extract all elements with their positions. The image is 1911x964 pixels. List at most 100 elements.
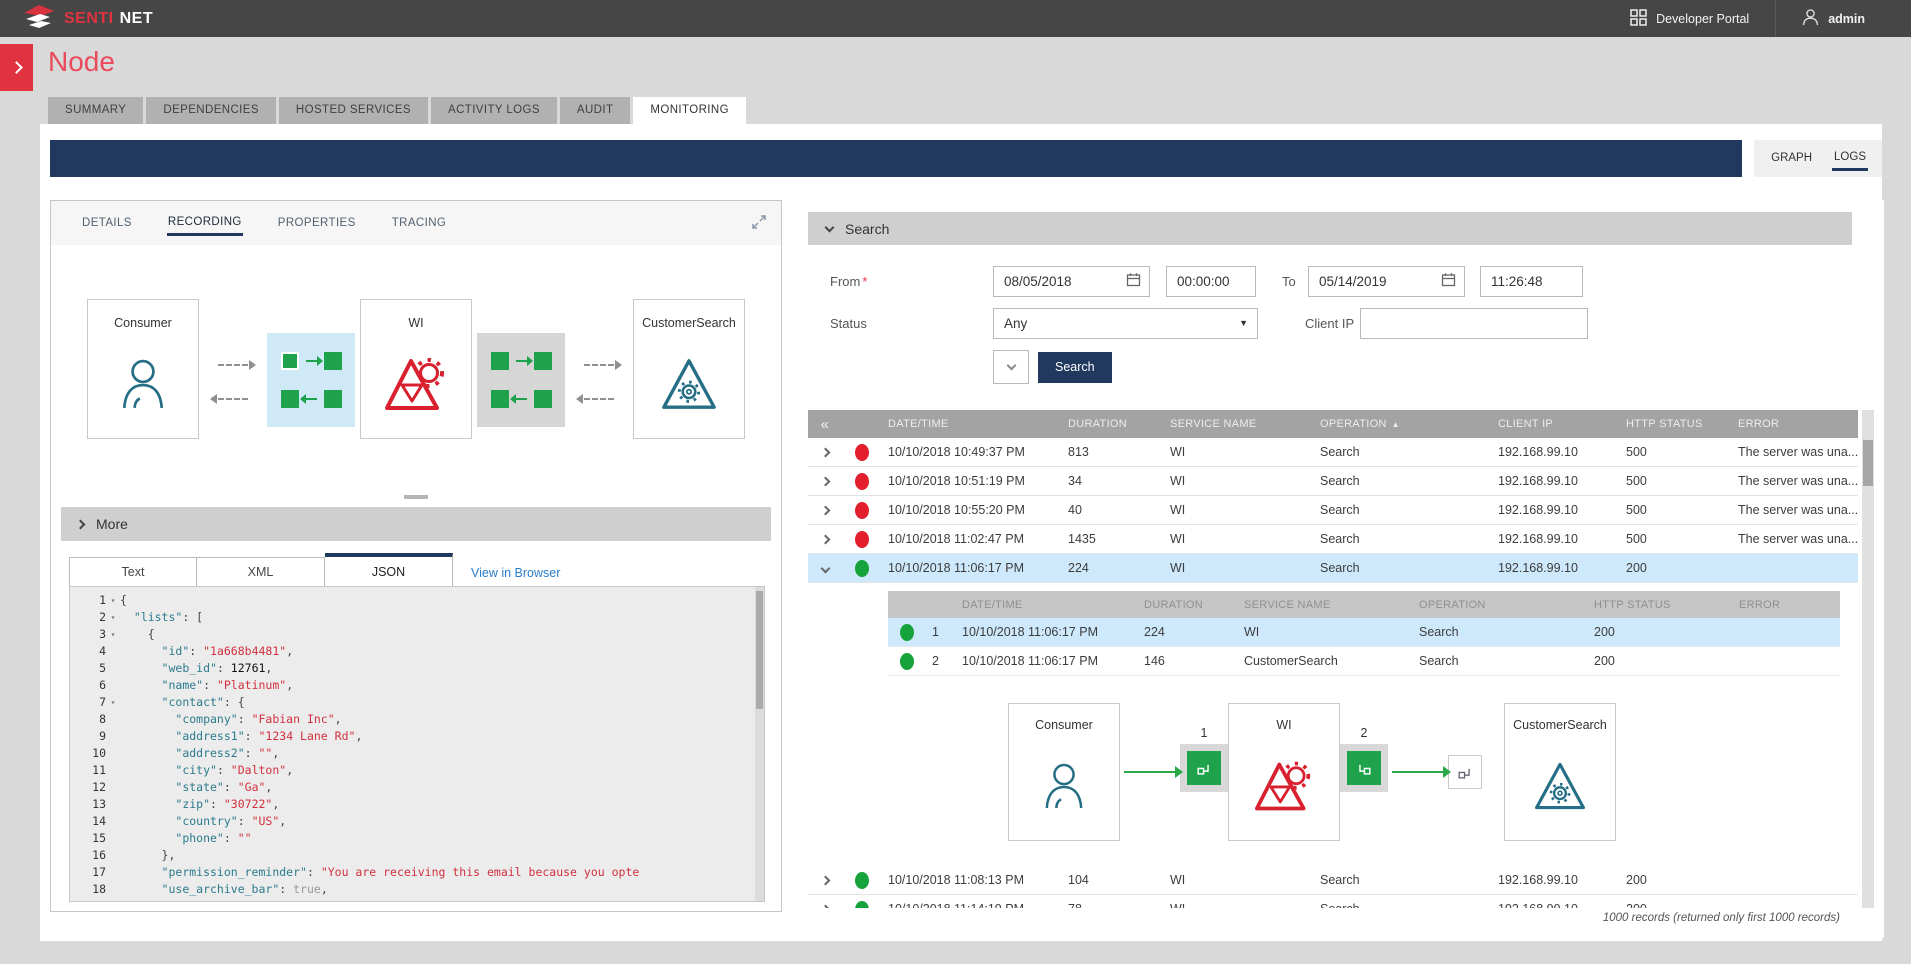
expand-row-icon[interactable]: [820, 535, 830, 545]
tab-tracing[interactable]: TRACING: [391, 212, 448, 234]
row-expander[interactable]: [808, 503, 842, 517]
expand-row-icon[interactable]: [820, 448, 830, 458]
row-expander[interactable]: [808, 474, 842, 488]
collapse-row-icon[interactable]: [820, 564, 830, 574]
table-scrollbar[interactable]: [1862, 410, 1874, 908]
request-message-icon[interactable]: [1347, 751, 1381, 785]
expand-row-icon[interactable]: [820, 506, 830, 516]
code-line: 18 "use_archive_bar": true,: [70, 881, 764, 898]
developer-portal-link[interactable]: Developer Portal: [1604, 0, 1775, 37]
row-expander[interactable]: [808, 561, 842, 575]
message-square-icon[interactable]: [491, 390, 509, 408]
from-date-field[interactable]: [993, 266, 1150, 297]
message-square-icon[interactable]: [324, 352, 342, 370]
tab-summary[interactable]: SUMMARY: [48, 97, 143, 124]
diagram-node-consumer[interactable]: Consumer: [87, 299, 199, 439]
from-date-input[interactable]: [1004, 274, 1120, 289]
tab-activity-logs[interactable]: ACTIVITY LOGS: [431, 97, 557, 124]
logs-view-button[interactable]: LOGS: [1832, 147, 1868, 171]
expand-row-icon[interactable]: [820, 905, 830, 908]
maximize-icon[interactable]: [751, 214, 767, 235]
log-row[interactable]: 10/10/2018 11:02:47 PM1435WISearch192.16…: [808, 525, 1858, 554]
tab-dependencies[interactable]: DEPENDENCIES: [146, 97, 276, 124]
message-step-2[interactable]: 2: [1340, 726, 1388, 792]
message-connector-icon[interactable]: [1448, 755, 1482, 789]
search-expander[interactable]: Search: [808, 212, 1852, 245]
more-expander[interactable]: More: [61, 507, 771, 541]
message-square-icon[interactable]: [491, 352, 509, 370]
expand-row-icon[interactable]: [820, 876, 830, 886]
tab-monitoring[interactable]: MONITORING: [633, 97, 746, 124]
tab-recording[interactable]: RECORDING: [167, 211, 243, 236]
log-row[interactable]: 10/10/2018 11:08:13 PM104WISearch192.168…: [808, 866, 1858, 895]
code-scrollbar-thumb[interactable]: [756, 591, 763, 709]
advanced-search-expander[interactable]: [993, 350, 1029, 384]
status-dot-green: [855, 560, 869, 577]
tab-xml[interactable]: XML: [197, 557, 325, 587]
nested-log-row[interactable]: 2 10/10/2018 11:06:17 PM 146 CustomerSea…: [888, 647, 1840, 676]
graph-view-button[interactable]: GRAPH: [1769, 148, 1814, 169]
log-row[interactable]: 10/10/2018 10:49:37 PM813WISearch192.168…: [808, 438, 1858, 467]
search-button[interactable]: Search: [1038, 352, 1112, 383]
column-header-clientip[interactable]: CLIENT IP: [1492, 418, 1620, 430]
row-expander[interactable]: [808, 445, 842, 459]
tab-text[interactable]: Text: [69, 557, 197, 587]
message-square-selected-icon[interactable]: [281, 352, 299, 370]
fold-toggle-icon[interactable]: ▾: [106, 609, 120, 626]
nested-log-row[interactable]: 1 10/10/2018 11:06:17 PM 224 WI Search 2…: [888, 618, 1840, 647]
log-row[interactable]: 10/10/2018 11:14:19 PM78WISearch192.168.…: [808, 895, 1858, 908]
row-expander[interactable]: [808, 902, 842, 908]
calendar-icon[interactable]: [1126, 272, 1141, 290]
sidebar-expand-button[interactable]: [0, 44, 33, 91]
code-scrollbar[interactable]: [755, 587, 764, 901]
tab-hosted-services[interactable]: HOSTED SERVICES: [279, 97, 428, 124]
message-square-icon[interactable]: [281, 390, 299, 408]
table-scrollbar-thumb[interactable]: [1863, 440, 1873, 486]
tab-json[interactable]: JSON: [325, 553, 453, 587]
diagram-node-consumer[interactable]: Consumer: [1008, 703, 1120, 841]
row-expander[interactable]: [808, 532, 842, 546]
log-row[interactable]: 10/10/2018 11:06:17 PM224WISearch192.168…: [808, 554, 1858, 583]
tab-audit[interactable]: AUDIT: [560, 97, 631, 124]
message-pair-selected[interactable]: [267, 333, 355, 427]
column-header-datetime[interactable]: DATE/TIME: [882, 418, 1062, 430]
view-in-browser-link[interactable]: View in Browser: [471, 566, 560, 580]
diagram-node-customersearch[interactable]: CustomerSearch: [633, 299, 745, 439]
row-expander[interactable]: [808, 873, 842, 887]
to-date-input[interactable]: [1319, 274, 1435, 289]
user-menu[interactable]: admin: [1776, 0, 1891, 37]
to-time-input[interactable]: [1480, 266, 1583, 297]
cell-index: 1: [926, 625, 956, 639]
column-header-error[interactable]: ERROR: [1732, 418, 1858, 430]
diagram-node-wi[interactable]: WI: [360, 299, 472, 439]
cell-operation: Search: [1314, 561, 1492, 575]
tab-properties[interactable]: PROPERTIES: [277, 212, 357, 234]
splitter-handle[interactable]: [404, 495, 428, 499]
diagram-node-wi[interactable]: WI: [1228, 703, 1340, 841]
request-message-icon[interactable]: [1187, 751, 1221, 785]
fold-toggle-icon[interactable]: ▾: [106, 694, 120, 711]
to-date-field[interactable]: [1308, 266, 1465, 297]
tab-details[interactable]: DETAILS: [81, 212, 133, 234]
fold-toggle-icon[interactable]: ▾: [106, 626, 120, 643]
message-square-icon[interactable]: [534, 352, 552, 370]
expand-row-icon[interactable]: [820, 477, 830, 487]
message-square-icon[interactable]: [534, 390, 552, 408]
column-header-operation[interactable]: OPERATION▲: [1314, 418, 1492, 430]
client-ip-input[interactable]: [1360, 308, 1588, 339]
column-header-service[interactable]: SERVICE NAME: [1164, 418, 1314, 430]
collapse-all-button[interactable]: «: [808, 416, 842, 433]
required-mark: *: [862, 274, 867, 289]
log-row[interactable]: 10/10/2018 10:55:20 PM40WISearch192.168.…: [808, 496, 1858, 525]
diagram-node-customersearch[interactable]: CustomerSearch: [1504, 703, 1616, 841]
column-header-duration[interactable]: DURATION: [1062, 418, 1164, 430]
column-header-httpstatus[interactable]: HTTP STATUS: [1620, 418, 1732, 430]
log-row[interactable]: 10/10/2018 10:51:19 PM34WISearch192.168.…: [808, 467, 1858, 496]
message-pair[interactable]: [477, 333, 565, 427]
message-square-icon[interactable]: [324, 390, 342, 408]
status-select[interactable]: Any ▼: [993, 308, 1258, 339]
fold-toggle-icon[interactable]: ▾: [106, 592, 120, 609]
from-time-input[interactable]: [1166, 266, 1256, 297]
calendar-icon[interactable]: [1441, 272, 1456, 290]
message-step-1[interactable]: 1: [1180, 726, 1228, 792]
